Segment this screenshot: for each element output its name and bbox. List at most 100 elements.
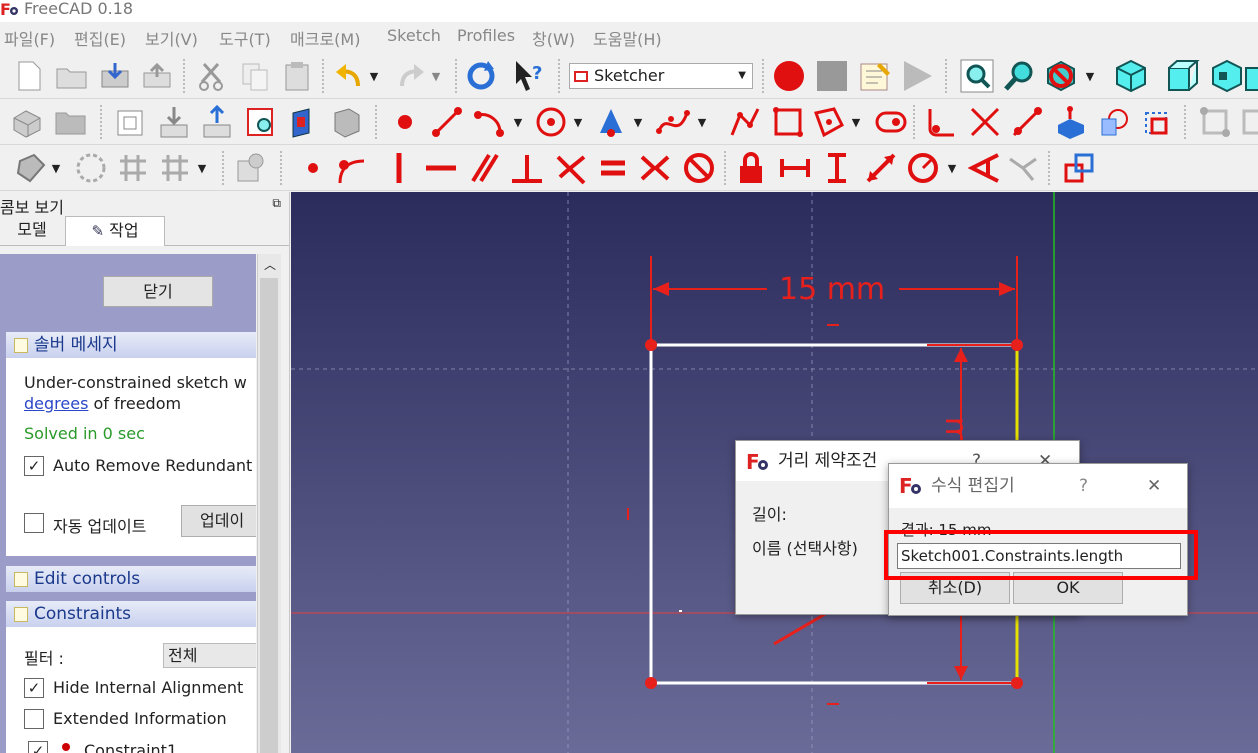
bspline-icon[interactable] [654, 103, 692, 141]
workbench-selector[interactable]: Sketcher ▼ [569, 63, 753, 89]
macro-record-icon[interactable] [770, 57, 808, 95]
coincident-constraint-icon[interactable] [294, 149, 332, 187]
parallel-constraint-icon[interactable] [465, 149, 503, 187]
equal-constraint-icon[interactable] [594, 149, 632, 187]
undo-dropdown-icon[interactable]: ▼ [364, 57, 384, 95]
copy-icon[interactable] [236, 57, 274, 95]
lock-constraint-icon[interactable] [732, 149, 770, 187]
undo-icon[interactable] [330, 57, 368, 95]
conic-dropdown-icon[interactable]: ▼ [628, 103, 648, 141]
menu-view[interactable]: 보기(V) [145, 26, 198, 50]
snell-law-icon[interactable] [1004, 149, 1042, 187]
block-constraint-icon[interactable] [680, 149, 718, 187]
constraints-header[interactable]: Constraints [6, 601, 256, 627]
distance-constraint-icon[interactable] [862, 149, 900, 187]
group-folder-icon[interactable] [52, 103, 90, 141]
redo-dropdown-icon[interactable]: ▼ [426, 57, 446, 95]
vertical-constraint-icon[interactable] [380, 149, 418, 187]
scrollbar-thumb[interactable] [260, 278, 278, 753]
save-icon[interactable] [96, 57, 134, 95]
whats-this-icon[interactable]: ? [510, 57, 548, 95]
external-geometry-icon[interactable] [1052, 103, 1090, 141]
radius-dropdown-icon[interactable]: ▼ [942, 149, 962, 187]
select-origin-icon[interactable] [1238, 103, 1258, 141]
angle-constraint-icon[interactable] [966, 149, 1004, 187]
macro-run-icon[interactable] [898, 57, 936, 95]
validate-sketch-icon[interactable] [232, 149, 270, 187]
select-constraints-icon[interactable] [1196, 103, 1234, 141]
sketch-down-icon[interactable] [155, 103, 193, 141]
point-on-object-icon[interactable] [332, 149, 370, 187]
fillet-icon[interactable] [922, 103, 960, 141]
vertical-distance-icon[interactable] [818, 149, 856, 187]
arc-icon[interactable] [470, 103, 508, 141]
map-sketch-icon[interactable] [327, 103, 365, 141]
constraint-item-checkbox[interactable]: ✓ [28, 741, 48, 753]
draw-style-dropdown-icon[interactable]: ▼ [1080, 57, 1100, 95]
carbon-copy-icon[interactable] [1096, 103, 1134, 141]
cut-icon[interactable] [192, 57, 230, 95]
polyline-icon[interactable] [726, 103, 764, 141]
view-sketch-icon[interactable] [242, 103, 280, 141]
hide-internal-checkbox[interactable]: ✓ [24, 678, 44, 698]
toggle-driving-icon[interactable] [1060, 149, 1098, 187]
symmetric-constraint-icon[interactable] [636, 149, 674, 187]
new-sketch-icon[interactable] [112, 103, 150, 141]
circular-array-icon[interactable] [72, 149, 110, 187]
slot-icon[interactable] [872, 103, 910, 141]
scroll-up-icon[interactable]: ︿ [259, 254, 281, 276]
rectangle-icon[interactable] [769, 103, 807, 141]
refresh-icon[interactable] [462, 57, 500, 95]
view-section-icon[interactable] [285, 103, 323, 141]
conic-icon[interactable] [592, 103, 630, 141]
macro-edit-icon[interactable] [856, 57, 894, 95]
horizontal-constraint-icon[interactable] [422, 149, 460, 187]
point-icon[interactable] [386, 103, 424, 141]
tab-tasks[interactable]: ✎ 작업 [65, 216, 165, 246]
dimension-label[interactable]: 15 mm [779, 272, 885, 308]
new-document-icon[interactable] [10, 57, 48, 95]
trim-icon[interactable] [966, 103, 1004, 141]
filter-select[interactable]: 전체 [163, 643, 256, 668]
radius-constraint-icon[interactable] [904, 149, 942, 187]
fit-selection-icon[interactable] [1000, 57, 1038, 95]
close-button[interactable]: 닫기 [103, 276, 213, 307]
circle-icon[interactable] [532, 103, 570, 141]
undock-icon[interactable]: ⧉ [272, 196, 281, 211]
extended-info-checkbox[interactable] [24, 709, 44, 729]
fit-all-icon[interactable] [958, 57, 996, 95]
top-view-icon[interactable] [1208, 57, 1246, 95]
solver-messages-header[interactable]: 솔버 메세지 [6, 332, 256, 358]
menu-window[interactable]: 창(W) [532, 26, 575, 50]
internal-dropdown-icon[interactable]: ▼ [192, 149, 212, 187]
extend-icon[interactable] [1008, 103, 1046, 141]
menu-help[interactable]: 도움말(H) [593, 26, 662, 50]
macro-stop-icon[interactable] [813, 57, 851, 95]
leave-sketch-icon[interactable] [198, 103, 236, 141]
arc-dropdown-icon[interactable]: ▼ [508, 103, 528, 141]
tangent-constraint-icon[interactable] [552, 149, 590, 187]
update-button[interactable]: 업데이 [181, 505, 256, 537]
task-panel-scrollbar[interactable]: ︿ [257, 254, 281, 753]
auto-update-checkbox[interactable] [24, 513, 44, 533]
close-icon[interactable]: ✕ [1147, 464, 1161, 508]
menu-tools[interactable]: 도구(T) [219, 26, 271, 50]
help-icon[interactable]: ? [1079, 464, 1088, 508]
right-view-icon[interactable] [1244, 57, 1258, 95]
menu-macro[interactable]: 매크로(M) [290, 26, 360, 50]
polygon-dropdown-icon[interactable]: ▼ [846, 103, 866, 141]
menu-sketch[interactable]: Sketch [387, 26, 441, 45]
menu-file[interactable]: 파일(F) [4, 26, 55, 50]
array-dropdown-icon[interactable]: ▼ [46, 149, 66, 187]
constraint-item-label[interactable]: Constraint1 [84, 741, 177, 753]
auto-remove-checkbox[interactable]: ✓ [24, 456, 44, 476]
construction-mode-icon[interactable] [1138, 103, 1176, 141]
draw-style-icon[interactable] [1042, 57, 1080, 95]
polygon-icon[interactable] [810, 103, 848, 141]
save-as-icon[interactable] [138, 57, 176, 95]
circle-dropdown-icon[interactable]: ▼ [568, 103, 588, 141]
redo-icon[interactable] [392, 57, 430, 95]
tab-model[interactable]: 모델 [0, 216, 64, 246]
edit-controls-header[interactable]: Edit controls [6, 566, 256, 592]
formula-dialog-titlebar[interactable]: F 수식 편집기 ? ✕ [889, 464, 1187, 508]
